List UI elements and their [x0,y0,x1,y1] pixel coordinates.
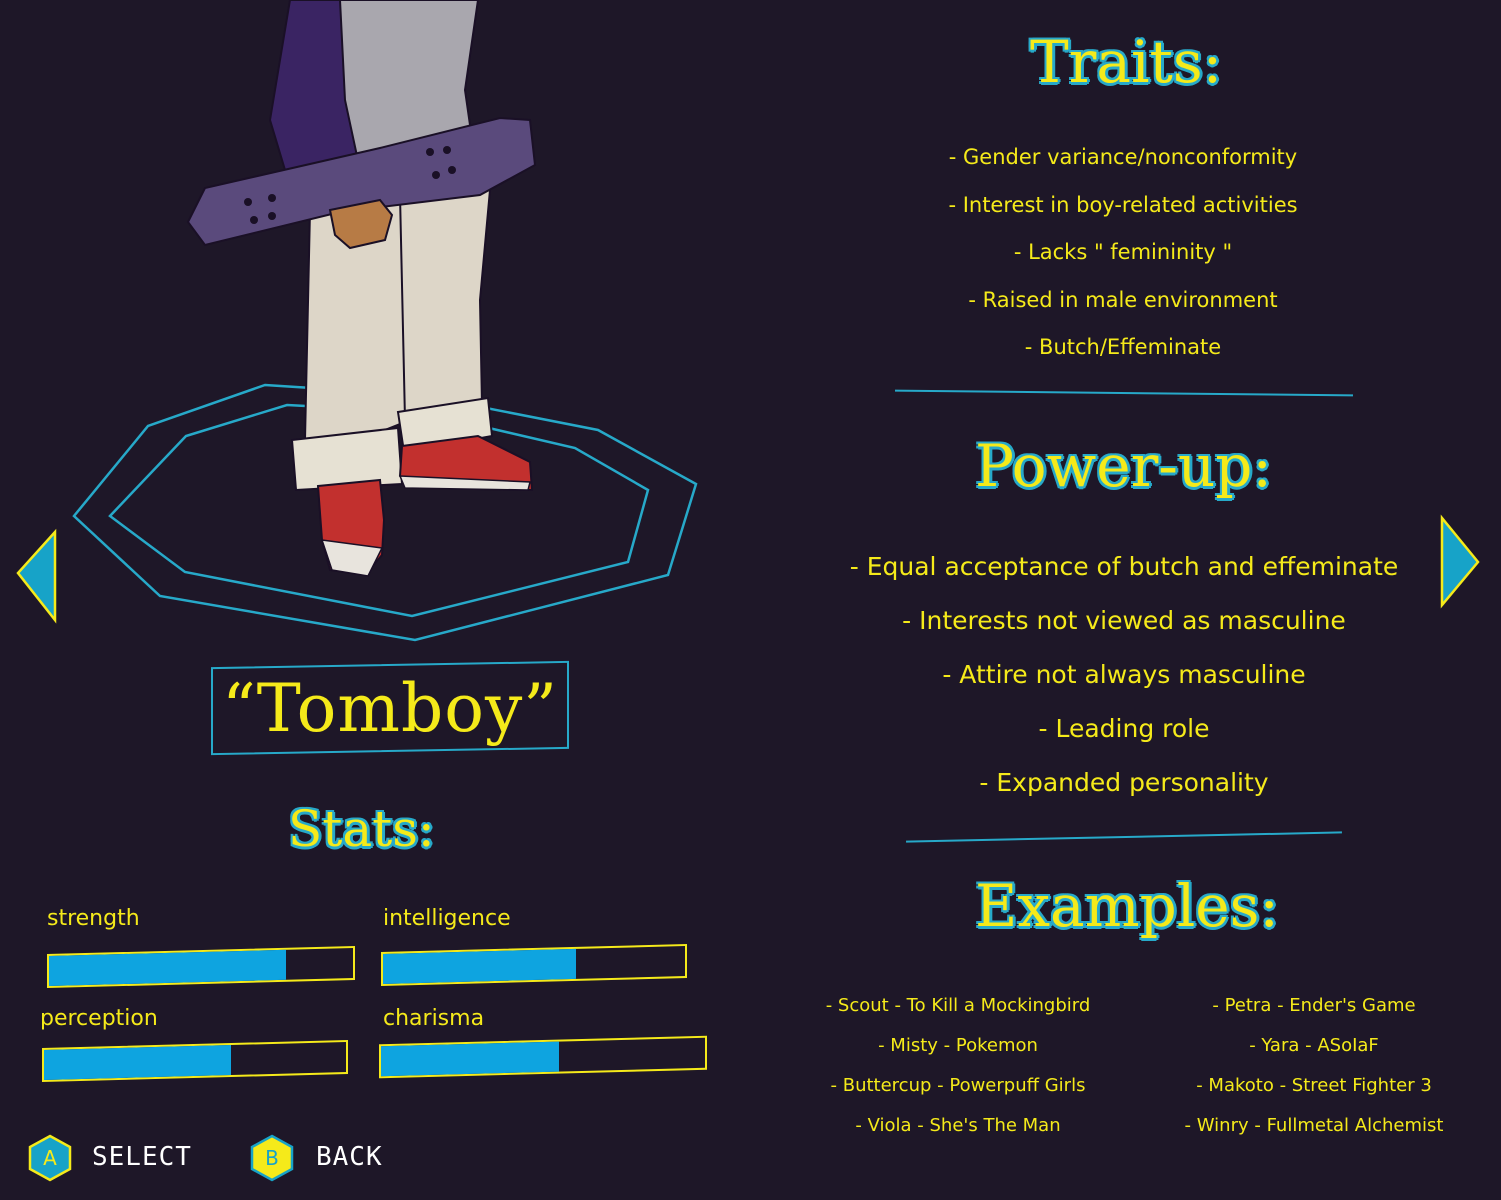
stat-label-strength: strength [47,906,140,931]
next-arrow-button[interactable] [1436,514,1484,610]
select-label: SELECT [92,1142,192,1172]
stat-label-intelligence: intelligence [383,906,511,931]
trait-item: - Gender variance/nonconformity [948,145,1298,169]
examples-left-list: - Scout - To Kill a Mockingbird - Misty … [780,986,1136,1146]
stat-label-charisma: charisma [383,1006,485,1031]
charisma-bar-fill [381,1041,560,1077]
powerup-item: - Equal acceptance of butch and effemina… [849,552,1399,581]
example-item: - Yara - ASoIaF [1249,1035,1379,1056]
powerup-item: - Expanded personality [979,768,1269,797]
powerup-item: - Leading role [1038,714,1210,743]
example-item: - Winry - Fullmetal Alchemist [1184,1115,1444,1136]
example-item: - Buttercup - Powerpuff Girls [830,1075,1086,1096]
a-button-key: A [43,1146,57,1170]
perception-bar-fill [44,1045,232,1080]
example-item: - Misty - Pokemon [878,1035,1038,1056]
trait-item: - Interest in boy-related activities [948,192,1298,217]
examples-heading: Examples: [975,872,1279,940]
back-label: BACK [316,1142,383,1172]
trait-item: - Lacks " femininity " [1013,240,1233,264]
stats-heading: Stats: [288,800,435,858]
trait-item: - Raised in male environment [968,287,1278,312]
powerup-heading: Power-up: [975,432,1272,500]
character-name-box: “Tomboy” [211,660,569,756]
example-item: - Scout - To Kill a Mockingbird [825,995,1091,1016]
intelligence-bar-fill [383,948,577,984]
previous-arrow-button[interactable] [14,528,60,624]
back-control[interactable]: B BACK [248,1134,398,1182]
example-item: - Petra - Ender's Game [1212,995,1416,1016]
traits-heading: Traits: [1030,28,1223,96]
example-item: - Viola - She's The Man [855,1115,1061,1136]
traits-list: - Gender variance/nonconformity - Intere… [900,134,1346,372]
example-item: - Makoto - Street Fighter 3 [1196,1075,1432,1096]
powerup-list: - Equal acceptance of butch and effemina… [820,540,1428,810]
strength-bar-fill [49,949,287,986]
powerup-item: - Attire not always masculine [942,660,1306,689]
character-name: “Tomboy” [222,669,558,747]
stat-label-perception: perception [40,1006,158,1031]
b-button-key: B [265,1146,279,1170]
trait-item: - Butch/Effeminate [1024,335,1222,359]
examples-right-list: - Petra - Ender's Game - Yara - ASoIaF -… [1146,986,1482,1146]
powerup-item: - Interests not viewed as masculine [902,606,1346,635]
select-control[interactable]: A SELECT [26,1134,206,1182]
